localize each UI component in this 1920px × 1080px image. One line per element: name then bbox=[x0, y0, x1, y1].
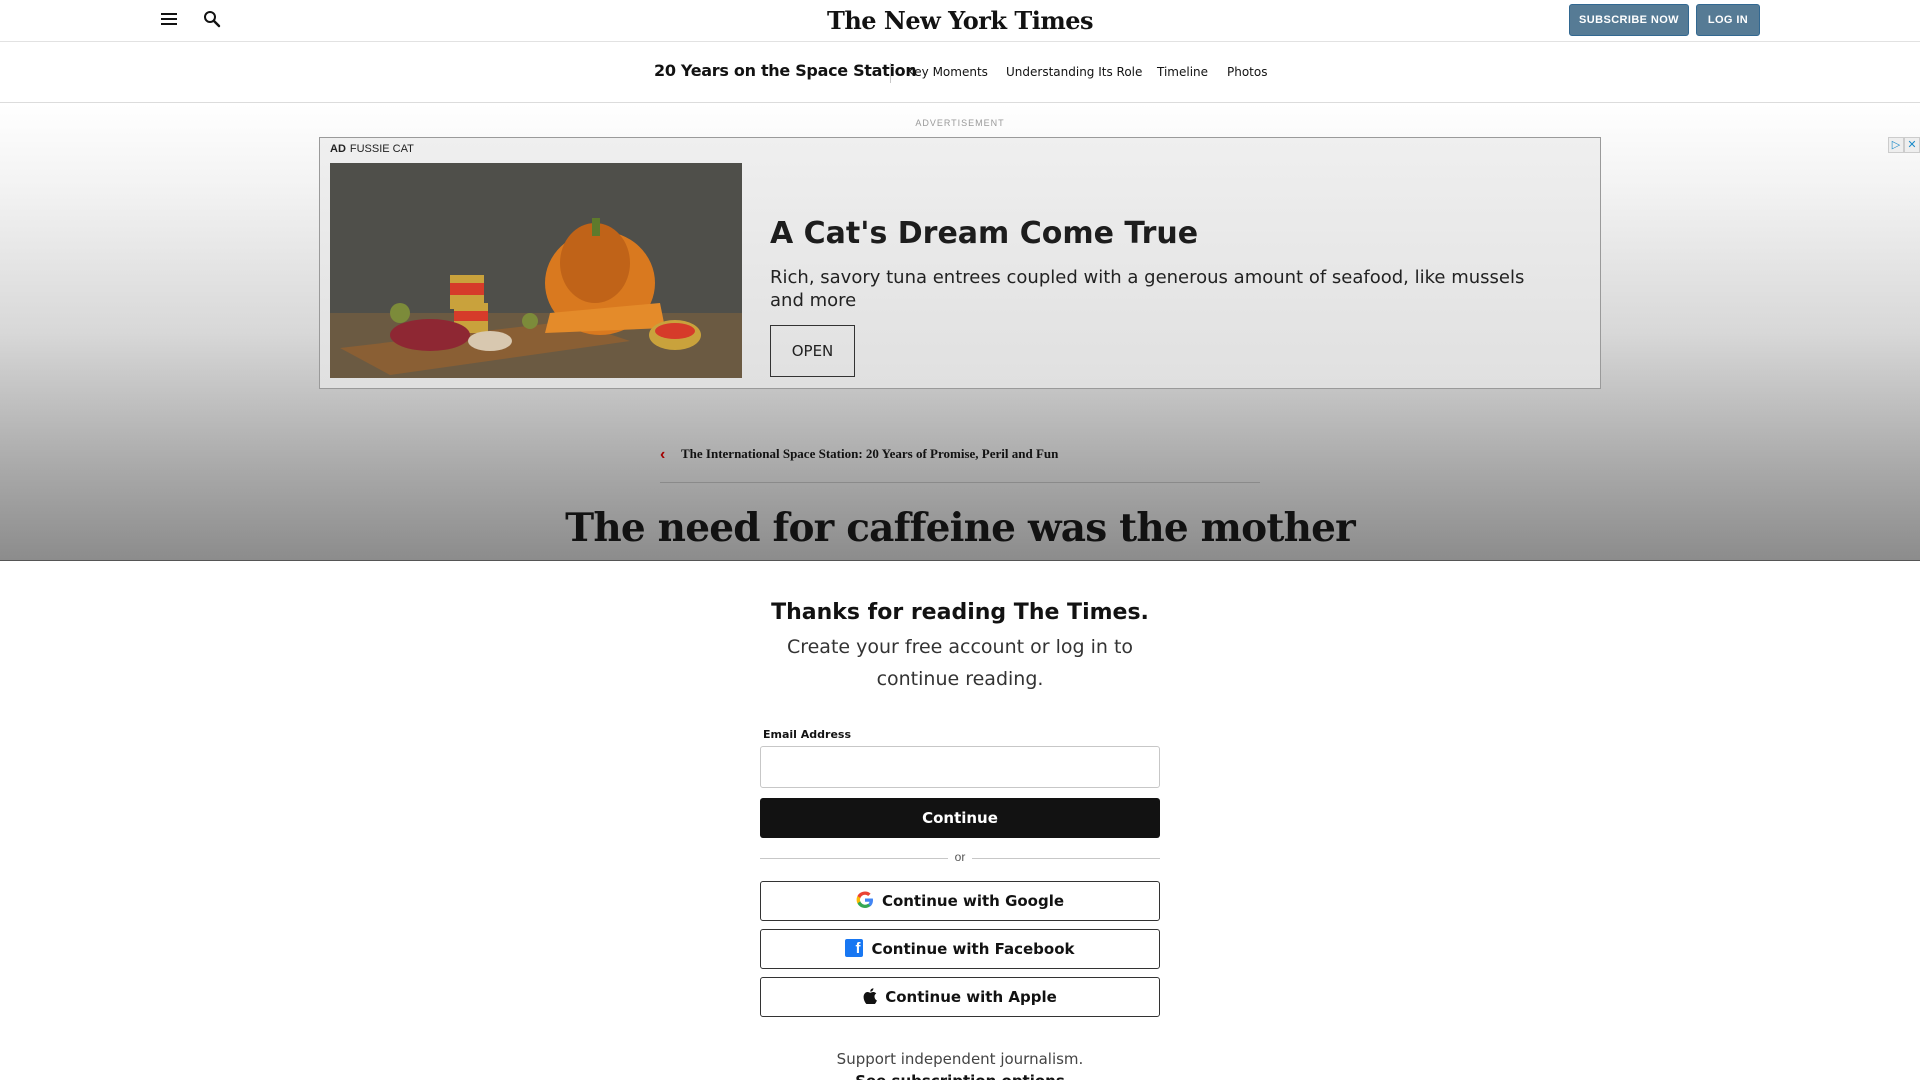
registration-wall: Thanks for reading The Times. Create you… bbox=[0, 560, 1920, 1080]
nav-link-key-moments[interactable]: Key Moments bbox=[907, 65, 988, 79]
email-label: Email Address bbox=[763, 728, 852, 741]
support-text: Support independent journalism. bbox=[836, 1050, 1084, 1068]
chevron-left-icon[interactable]: ‹ bbox=[660, 446, 665, 464]
ad-body: Rich, savory tuna entrees coupled with a… bbox=[770, 267, 1525, 311]
nav-link-timeline[interactable]: Timeline bbox=[1157, 65, 1208, 79]
google-button-label: Continue with Google bbox=[881, 892, 1065, 910]
top-header: The New York Times SUBSCRIBE NOW LOG IN bbox=[0, 0, 1920, 42]
ad-badge: AD bbox=[330, 143, 346, 155]
ad-headline[interactable]: A Cat's Dream Come True bbox=[770, 216, 1198, 251]
nav-link-photos[interactable]: Photos bbox=[1227, 65, 1267, 79]
apple-icon bbox=[863, 987, 878, 1004]
or-separator: or bbox=[954, 850, 966, 864]
divider bbox=[660, 482, 1260, 483]
continue-with-facebook-button[interactable]: f Continue with Facebook bbox=[760, 929, 1160, 969]
subscribe-button[interactable]: SUBSCRIBE NOW bbox=[1569, 4, 1689, 36]
continue-button[interactable]: Continue bbox=[760, 798, 1160, 838]
menu-icon[interactable] bbox=[161, 13, 177, 27]
close-ad-icon[interactable]: ✕ bbox=[1904, 137, 1920, 153]
nyt-logo[interactable]: The New York Times bbox=[827, 6, 1094, 35]
regwall-title: Thanks for reading The Times. bbox=[771, 600, 1149, 625]
nav-link-understanding-its-role[interactable]: Understanding Its Role bbox=[1006, 65, 1142, 79]
section-title[interactable]: 20 Years on the Space Station bbox=[654, 61, 917, 80]
email-field[interactable] bbox=[760, 746, 1160, 788]
section-nav: 20 Years on the Space Station Key Moment… bbox=[0, 43, 1920, 103]
back-to-series-link[interactable]: The International Space Station: 20 Year… bbox=[681, 446, 1058, 462]
continue-with-apple-button[interactable]: Continue with Apple bbox=[760, 977, 1160, 1017]
login-button[interactable]: LOG IN bbox=[1696, 4, 1760, 36]
ad-open-button[interactable]: OPEN bbox=[770, 325, 855, 377]
ad-advertiser: FUSSIE CAT bbox=[349, 143, 414, 155]
ad-banner[interactable]: AD FUSSIE CAT A Cat's Dream Come True Ric… bbox=[319, 137, 1601, 389]
google-icon bbox=[856, 891, 873, 908]
ad-tag: AD FUSSIE CAT bbox=[330, 143, 414, 155]
ad-product-photo bbox=[330, 163, 742, 378]
adchoices-icon[interactable]: ▷ bbox=[1888, 137, 1904, 153]
ad-image[interactable] bbox=[330, 163, 742, 378]
continue-with-google-button[interactable]: Continue with Google bbox=[760, 881, 1160, 921]
subscription-options-link[interactable]: See subscription options bbox=[0, 1072, 1920, 1080]
nav-divider bbox=[890, 63, 891, 83]
facebook-icon: f bbox=[845, 938, 864, 957]
article-headline: The need for caffeine was the mother bbox=[565, 505, 1356, 551]
search-icon[interactable] bbox=[203, 10, 221, 28]
facebook-button-label: Continue with Facebook bbox=[871, 940, 1075, 958]
divider-right bbox=[972, 858, 1160, 859]
advertisement-label: ADVERTISEMENT bbox=[915, 118, 1005, 128]
regwall-subtitle: Create your free account or log in to co… bbox=[786, 636, 1134, 690]
apple-button-label: Continue with Apple bbox=[885, 988, 1057, 1006]
